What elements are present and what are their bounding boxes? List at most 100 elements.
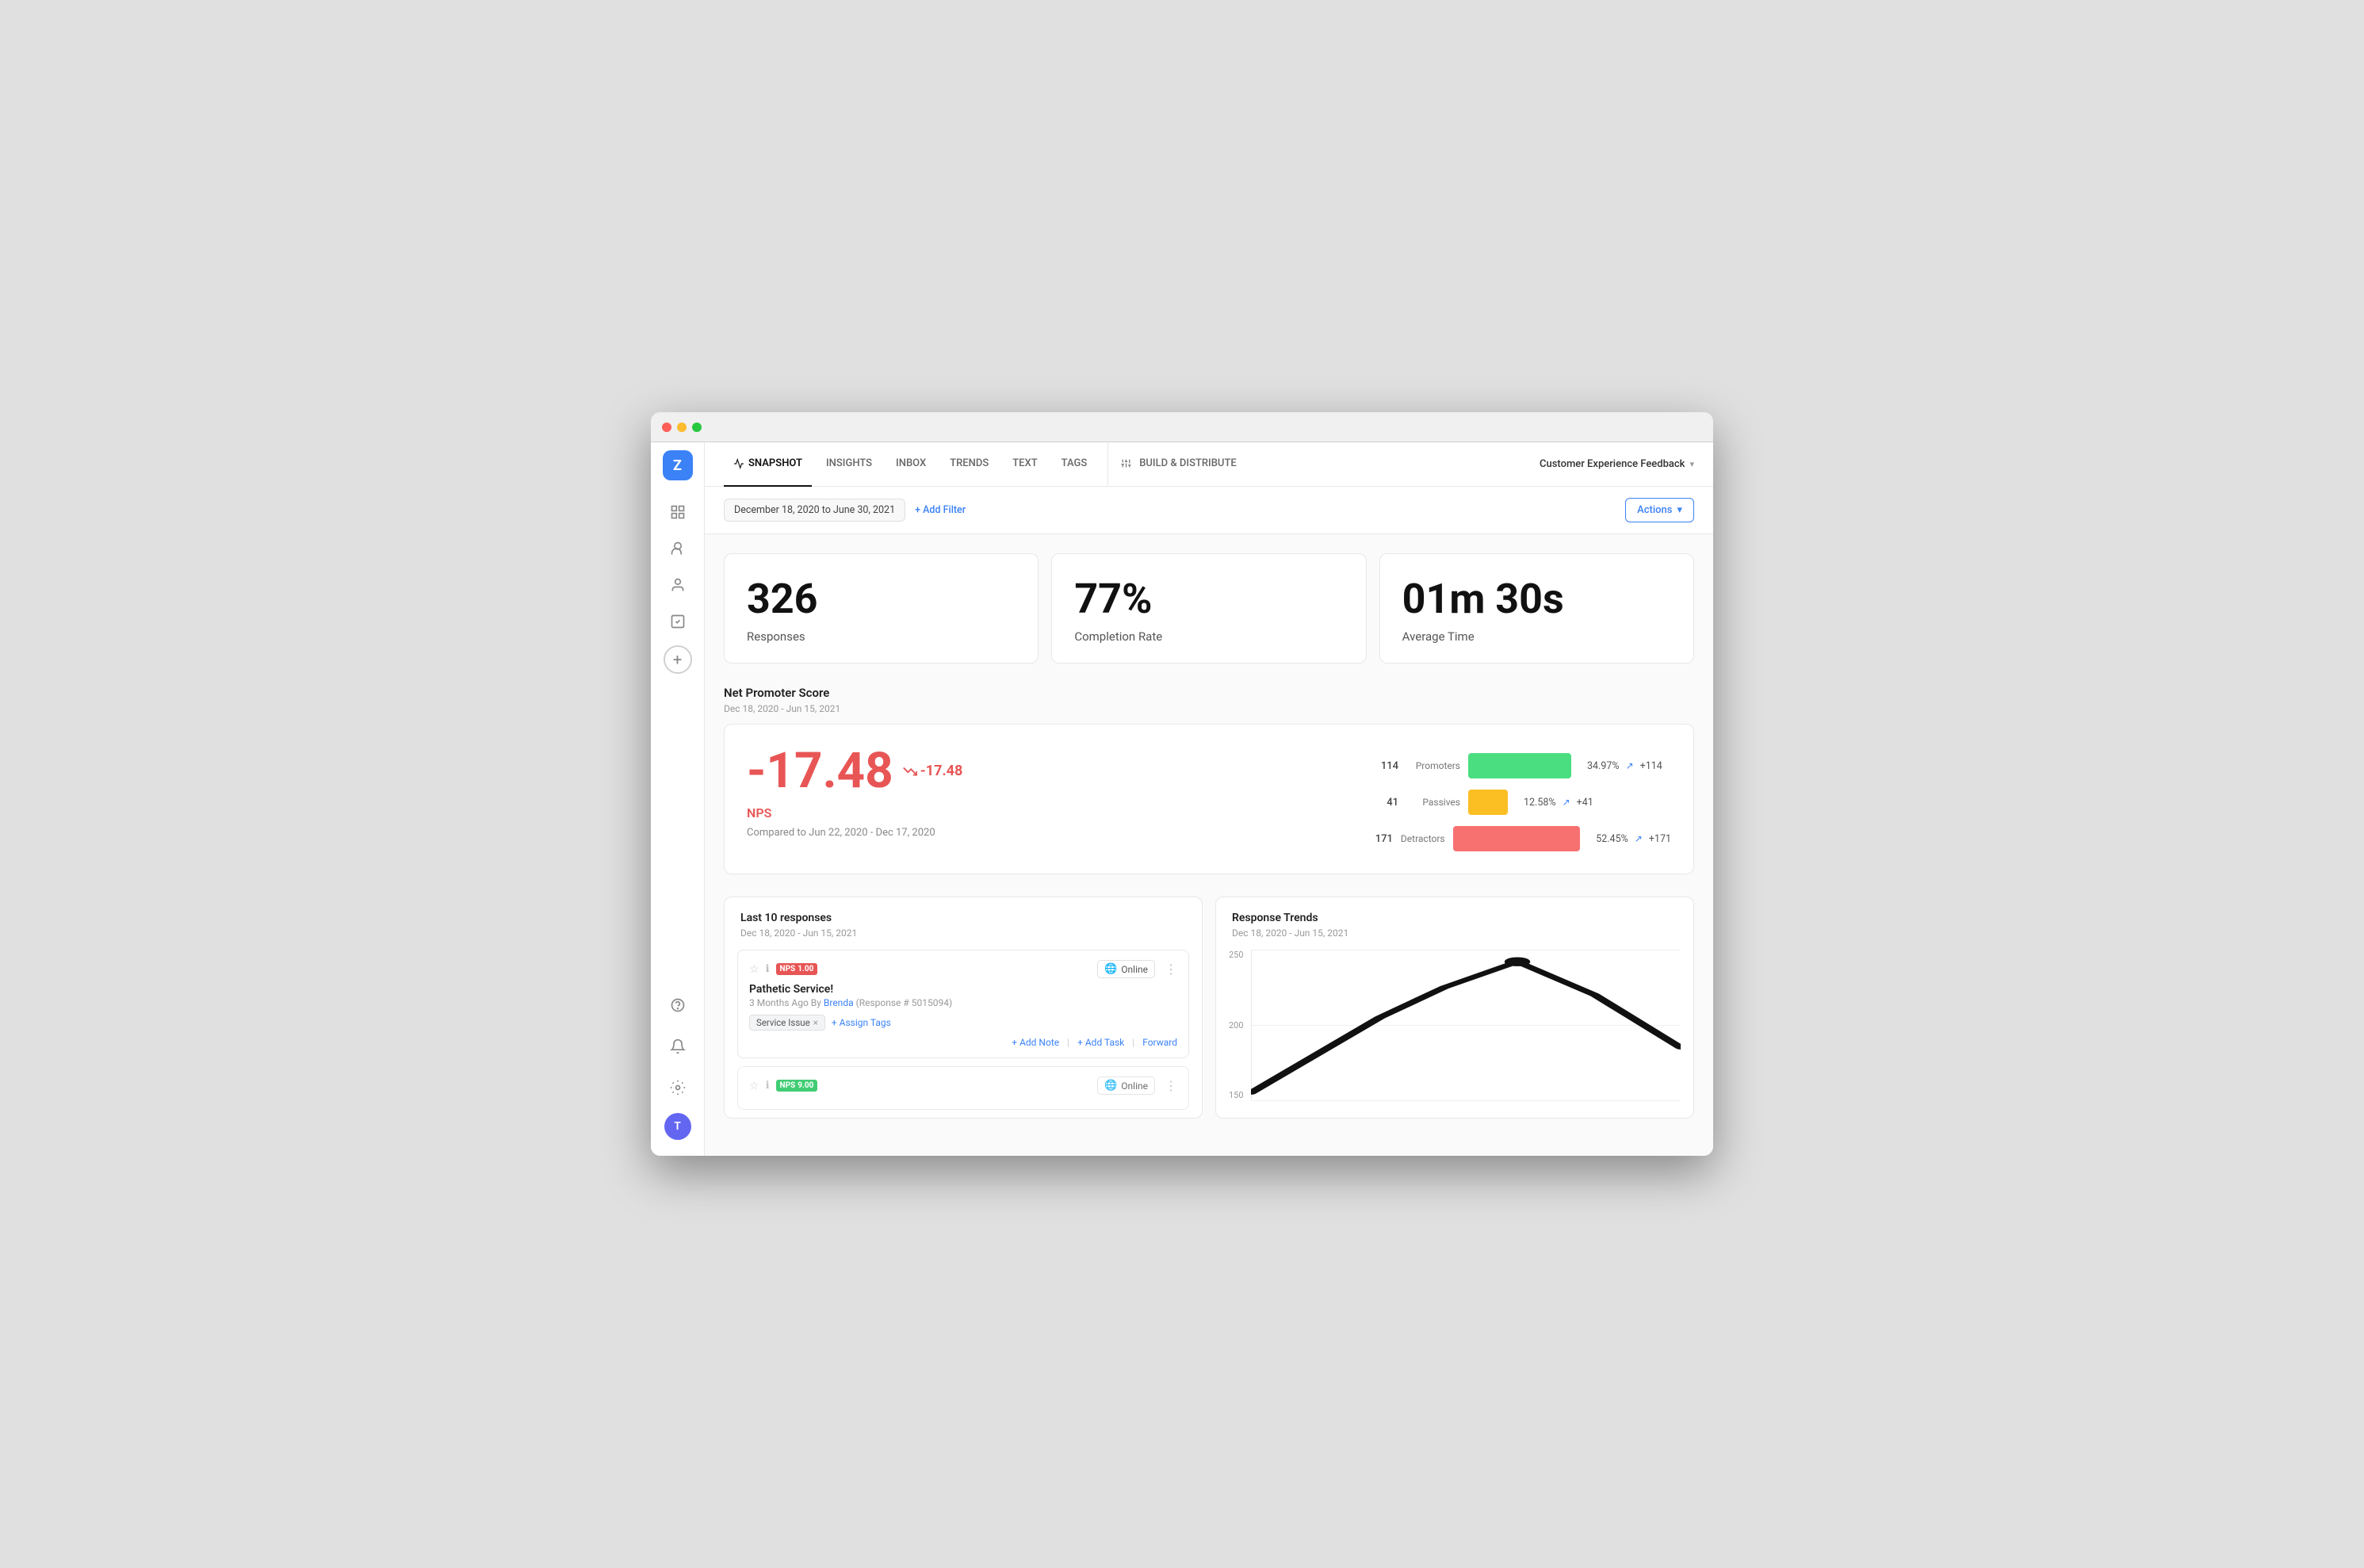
passives-change: +41 bbox=[1577, 797, 1593, 809]
maximize-button[interactable] bbox=[692, 423, 702, 432]
promoters-label: Promoters bbox=[1406, 760, 1460, 771]
response-title-1: Pathetic Service! bbox=[749, 983, 1177, 996]
passives-label: Passives bbox=[1406, 797, 1460, 808]
main-content: SNAPSHOT INSIGHTS INBOX TRENDS TEXT bbox=[705, 442, 1713, 1156]
nav-right: Customer Experience Feedback ▾ bbox=[1540, 458, 1694, 470]
add-filter-button[interactable]: + Add Filter bbox=[915, 504, 966, 516]
passives-pct: 12.58% bbox=[1524, 797, 1556, 809]
actions-button[interactable]: Actions ▾ bbox=[1625, 498, 1694, 522]
sidebar-item-contacts[interactable] bbox=[662, 569, 694, 601]
date-range-filter[interactable]: December 18, 2020 to June 30, 2021 bbox=[724, 499, 905, 522]
metrics-row: 326 Responses 77% Completion Rate 01m 30… bbox=[724, 553, 1694, 664]
tab-text[interactable]: TEXT bbox=[1003, 442, 1046, 487]
snapshot-icon bbox=[733, 457, 744, 469]
tab-build[interactable]: BUILD & DISTRIBUTE bbox=[1107, 442, 1246, 487]
forward-link[interactable]: Forward bbox=[1142, 1037, 1177, 1048]
nps-bar-promoters: 114 Promoters 34.97% ↗ +114 bbox=[1370, 753, 1671, 778]
globe-icon-2: 🌐 bbox=[1104, 1080, 1117, 1092]
trends-card-header: Response Trends Dec 18, 2020 - Jun 15, 2… bbox=[1216, 897, 1693, 942]
minimize-button[interactable] bbox=[677, 423, 687, 432]
response-author-1[interactable]: Brenda bbox=[824, 997, 854, 1008]
tab-tags-label: TAGS bbox=[1062, 457, 1088, 469]
detractors-count: 171 bbox=[1370, 833, 1393, 845]
response-top-left: ☆ ℹ NPS 1.00 bbox=[749, 963, 817, 976]
tab-snapshot[interactable]: SNAPSHOT bbox=[724, 442, 812, 487]
star-icon-2[interactable]: ☆ bbox=[749, 1080, 759, 1092]
logo[interactable]: Z bbox=[663, 450, 693, 480]
user-avatar[interactable]: T bbox=[664, 1113, 691, 1140]
settings-icon[interactable] bbox=[662, 1072, 694, 1103]
trends-date: Dec 18, 2020 - Jun 15, 2021 bbox=[1232, 927, 1677, 939]
notifications-icon[interactable] bbox=[662, 1031, 694, 1062]
trend-chart-svg bbox=[1251, 950, 1681, 1100]
add-note-link[interactable]: + Add Note bbox=[1012, 1037, 1059, 1048]
channel-badge-2: 🌐 Online bbox=[1097, 1077, 1155, 1095]
promoters-stats: 34.97% ↗ +114 bbox=[1587, 760, 1662, 772]
nps-right: 114 Promoters 34.97% ↗ +114 41 bbox=[1370, 747, 1671, 851]
promoters-pct: 34.97% bbox=[1587, 760, 1620, 772]
survey-name: Customer Experience Feedback bbox=[1540, 458, 1685, 470]
responses-date: Dec 18, 2020 - Jun 15, 2021 bbox=[740, 927, 1186, 939]
nps-score-value: -17.48 bbox=[747, 747, 893, 796]
sidebar-item-feedback[interactable] bbox=[662, 533, 694, 564]
add-task-link[interactable]: + Add Task bbox=[1077, 1037, 1124, 1048]
channel-label-2: Online bbox=[1121, 1080, 1148, 1092]
filter-bar: December 18, 2020 to June 30, 2021 + Add… bbox=[705, 487, 1713, 534]
y-label-200: 200 bbox=[1229, 1020, 1244, 1031]
tab-trends[interactable]: TRENDS bbox=[940, 442, 998, 487]
nps-bar-passives: 41 Passives 12.58% ↗ +41 bbox=[1370, 790, 1671, 815]
response-meta-1: 3 Months Ago By Brenda (Response # 50150… bbox=[749, 997, 1177, 1008]
passives-count: 41 bbox=[1370, 797, 1398, 809]
detractors-label: Detractors bbox=[1401, 833, 1445, 844]
survey-chevron-icon: ▾ bbox=[1689, 459, 1694, 469]
app-window: Z + bbox=[651, 412, 1713, 1156]
sidebar: Z + bbox=[651, 442, 705, 1156]
add-button[interactable]: + bbox=[664, 645, 692, 674]
nps-left: -17.48 -17.48 NPS Compared to Jun 22, 20… bbox=[747, 747, 1338, 839]
responses-card-header: Last 10 responses Dec 18, 2020 - Jun 15,… bbox=[725, 897, 1202, 942]
more-options-icon-2[interactable]: ⋮ bbox=[1165, 1078, 1177, 1093]
info-icon[interactable]: ℹ bbox=[766, 963, 770, 975]
nps-score: -17.48 -17.48 bbox=[747, 747, 1338, 796]
avgtime-label: Average Time bbox=[1402, 629, 1671, 644]
channel-label-1: Online bbox=[1121, 964, 1148, 975]
close-button[interactable] bbox=[662, 423, 671, 432]
actions-label: Actions bbox=[1637, 504, 1672, 516]
detractors-trend-icon: ↗ bbox=[1635, 833, 1643, 844]
tab-inbox[interactable]: INBOX bbox=[886, 442, 935, 487]
assign-tags-link[interactable]: + Assign Tags bbox=[832, 1017, 891, 1028]
tag-remove-icon[interactable]: × bbox=[813, 1017, 818, 1028]
survey-selector[interactable]: Customer Experience Feedback ▾ bbox=[1540, 458, 1694, 470]
response-list: ☆ ℹ NPS 1.00 bbox=[725, 950, 1202, 1110]
nps-change-value: -17.48 bbox=[920, 764, 963, 778]
responses-title: Last 10 responses bbox=[740, 912, 1186, 924]
more-options-icon[interactable]: ⋮ bbox=[1165, 962, 1177, 977]
tab-insights[interactable]: INSIGHTS bbox=[817, 442, 882, 487]
y-label-150: 150 bbox=[1229, 1090, 1244, 1100]
promoters-change: +114 bbox=[1640, 760, 1662, 772]
promoters-bar bbox=[1468, 753, 1571, 778]
nps-date-range: Dec 18, 2020 - Jun 15, 2021 bbox=[724, 703, 1694, 714]
channel-badge-1: 🌐 Online bbox=[1097, 960, 1155, 978]
sidebar-bottom: T bbox=[662, 989, 694, 1148]
responses-card: Last 10 responses Dec 18, 2020 - Jun 15,… bbox=[724, 897, 1203, 1119]
responses-value: 326 bbox=[747, 576, 1016, 621]
metric-card-responses: 326 Responses bbox=[724, 553, 1039, 664]
tab-inbox-label: INBOX bbox=[896, 457, 926, 469]
info-icon-2[interactable]: ℹ bbox=[766, 1080, 770, 1092]
nps-badge-score-2: 9.00 bbox=[798, 1081, 813, 1090]
passives-stats: 12.58% ↗ +41 bbox=[1524, 797, 1593, 809]
promoters-count: 114 bbox=[1370, 760, 1398, 772]
title-bar bbox=[651, 412, 1713, 442]
sidebar-item-tasks[interactable] bbox=[662, 606, 694, 637]
passives-bar bbox=[1468, 790, 1508, 815]
sidebar-item-grid[interactable] bbox=[662, 496, 694, 528]
chart-peak-dot bbox=[1505, 958, 1531, 966]
tab-snapshot-label: SNAPSHOT bbox=[748, 457, 802, 469]
tab-tags[interactable]: TAGS bbox=[1052, 442, 1097, 487]
chart-y-labels: 250 200 150 bbox=[1229, 950, 1244, 1100]
star-icon[interactable]: ☆ bbox=[749, 963, 759, 976]
response-top-left-2: ☆ ℹ NPS 9.00 bbox=[749, 1080, 817, 1092]
completion-value: 77% bbox=[1074, 576, 1343, 621]
help-icon[interactable] bbox=[662, 989, 694, 1021]
